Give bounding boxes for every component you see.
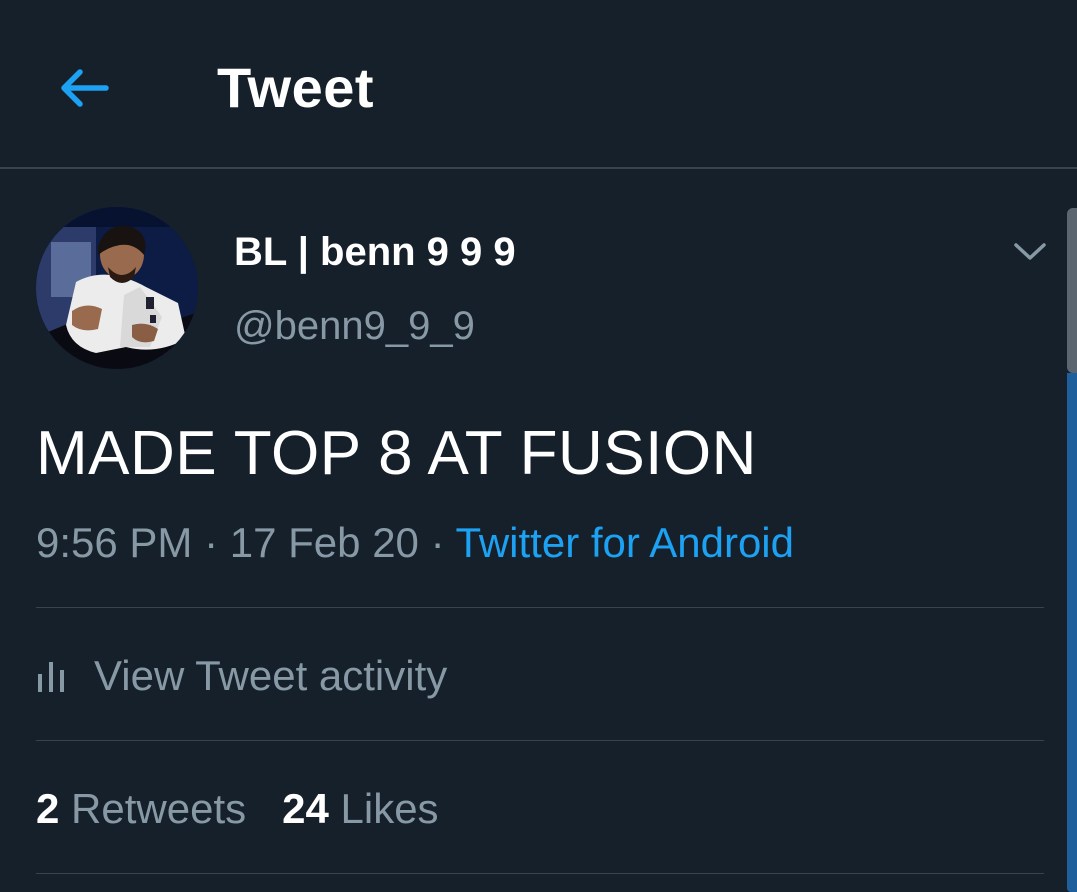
engagement-stats: 2 Retweets 24 Likes	[36, 782, 439, 836]
chevron-down-icon	[1014, 243, 1046, 260]
page-title: Tweet	[217, 56, 375, 119]
tweet-date: 17 Feb 20	[229, 519, 419, 566]
view-tweet-activity-button[interactable]: View Tweet activity	[36, 648, 447, 704]
tweet-text: MADE TOP 8 AT FUSION	[36, 419, 757, 488]
retweets-label: Retweets	[71, 785, 247, 832]
bar-chart-icon	[36, 655, 78, 697]
meta-separator: ·	[204, 519, 219, 566]
tweet-metadata: 9:56 PM · 17 Feb 20 · Twitter for Androi…	[36, 516, 794, 570]
arrow-left-icon	[61, 69, 109, 107]
avatar-photo	[36, 207, 198, 369]
divider	[36, 607, 1044, 608]
author-handle[interactable]: @benn9_9_9	[234, 301, 475, 351]
tweet-time: 9:56 PM	[36, 519, 193, 566]
meta-separator: ·	[430, 519, 445, 566]
scrollbar-track[interactable]	[1067, 208, 1077, 373]
likes-label: Likes	[340, 785, 439, 832]
avatar[interactable]	[36, 207, 198, 369]
author-display-name[interactable]: BL | benn 9 9 9	[234, 227, 516, 277]
divider	[36, 873, 1044, 874]
retweets-stat[interactable]: 2 Retweets	[36, 782, 246, 836]
top-app-bar: Tweet	[0, 0, 1077, 169]
retweets-count: 2	[36, 785, 60, 832]
tweet-source-link[interactable]: Twitter for Android	[456, 519, 794, 566]
likes-stat[interactable]: 24 Likes	[282, 782, 438, 836]
back-button[interactable]	[50, 54, 118, 122]
view-tweet-activity-label: View Tweet activity	[94, 652, 448, 699]
likes-count: 24	[282, 785, 329, 832]
tweet-options-button[interactable]	[1008, 232, 1052, 272]
divider	[36, 740, 1044, 741]
scrollbar-thumb[interactable]	[1067, 373, 1077, 892]
